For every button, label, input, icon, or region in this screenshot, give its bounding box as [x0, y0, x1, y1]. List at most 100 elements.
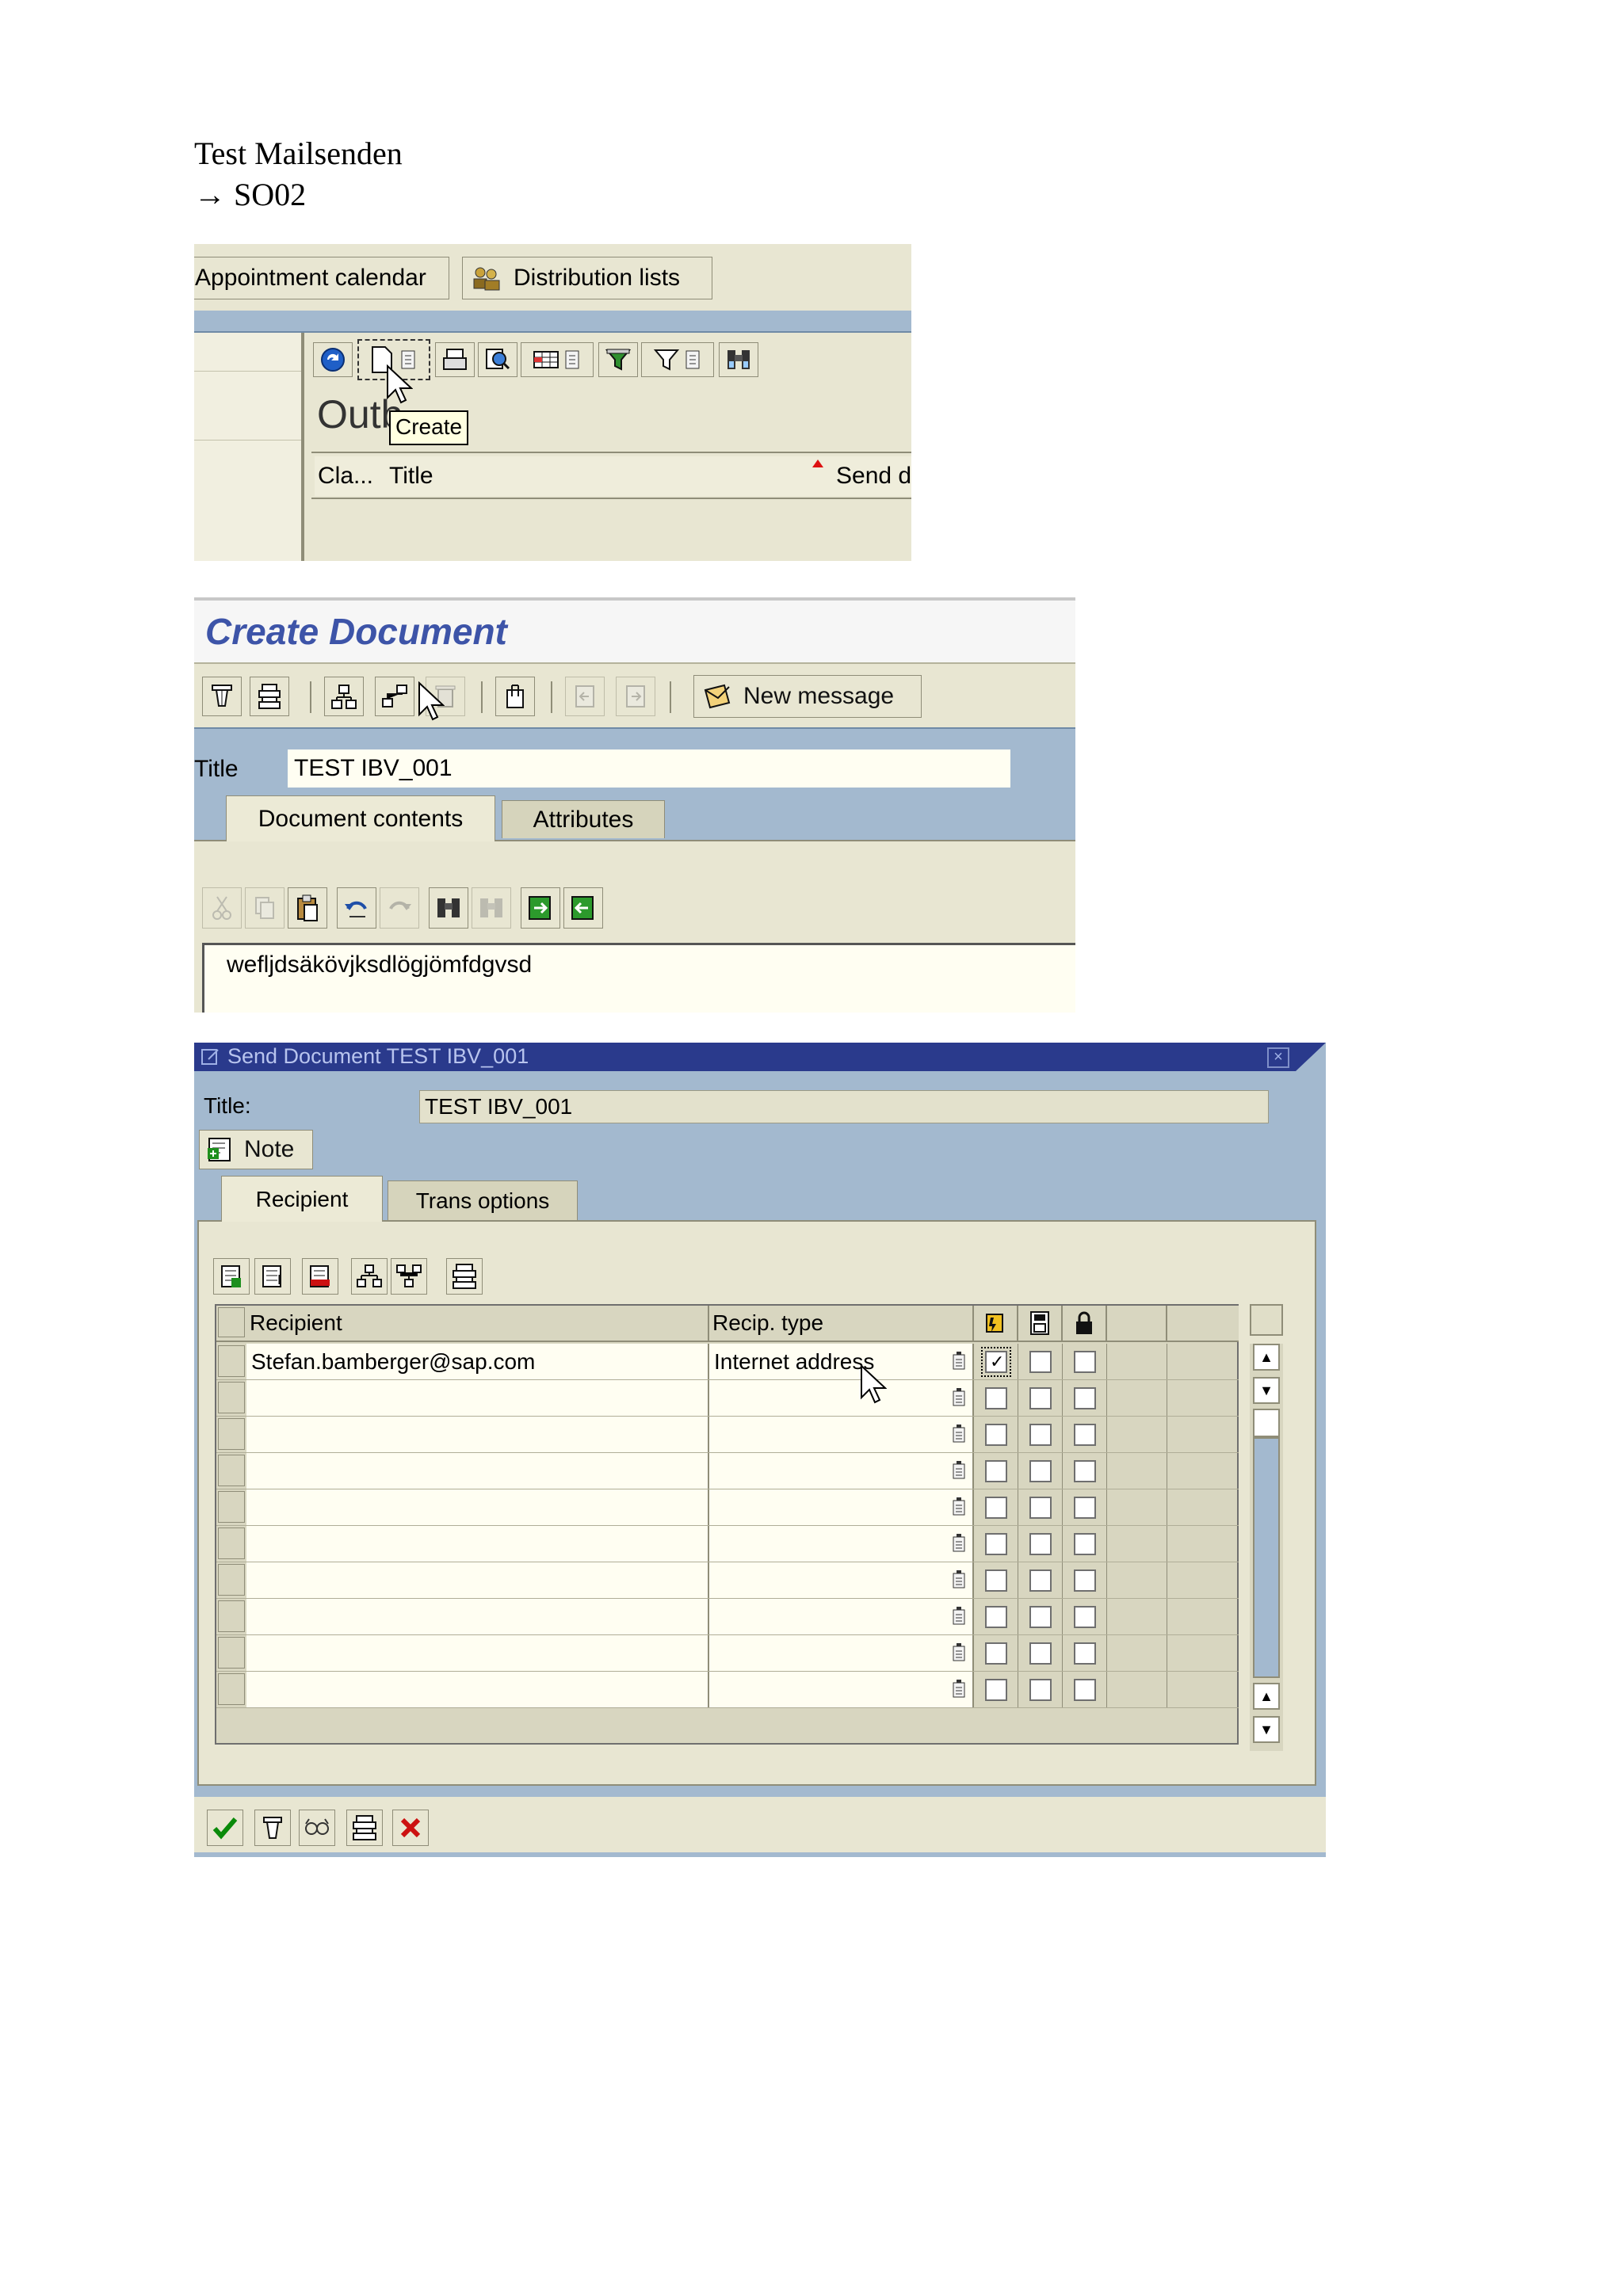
- row-selector[interactable]: [218, 1673, 245, 1705]
- recipient-cell[interactable]: [246, 1562, 709, 1598]
- confirm-check-icon[interactable]: [207, 1810, 243, 1846]
- expand-distribution-icon[interactable]: [351, 1258, 388, 1295]
- recipient-cell[interactable]: [246, 1526, 709, 1562]
- copy-checkbox[interactable]: [1029, 1606, 1052, 1628]
- value-help-icon[interactable]: [952, 1678, 968, 1700]
- close-window-icon[interactable]: ×: [1267, 1047, 1289, 1068]
- table-row[interactable]: [216, 1489, 1239, 1526]
- scroll-down-icon[interactable]: ▲: [1253, 1683, 1280, 1710]
- send-icon[interactable]: [254, 1810, 291, 1846]
- export-icon[interactable]: [563, 887, 603, 929]
- delete-row-icon[interactable]: [302, 1258, 338, 1295]
- row-selector[interactable]: [218, 1527, 245, 1559]
- tab-distribution-lists[interactable]: Distribution lists: [462, 257, 712, 299]
- copy-checkbox[interactable]: [1029, 1679, 1052, 1701]
- undo-icon[interactable]: [337, 887, 376, 929]
- blind-copy-checkbox[interactable]: [1074, 1533, 1096, 1555]
- previous-icon[interactable]: [565, 677, 605, 716]
- next-icon[interactable]: [616, 677, 655, 716]
- new-message-button[interactable]: New message: [693, 675, 922, 718]
- row-selector[interactable]: [218, 1418, 245, 1450]
- value-help-icon[interactable]: [952, 1605, 968, 1627]
- table-row[interactable]: [216, 1562, 1239, 1599]
- find-binoculars-icon[interactable]: [429, 887, 468, 929]
- recipient-cell[interactable]: [246, 1453, 709, 1489]
- redo-icon[interactable]: [380, 887, 419, 929]
- table-row[interactable]: [216, 1453, 1239, 1489]
- blind-copy-checkbox[interactable]: [1074, 1606, 1096, 1628]
- column-header-class[interactable]: Cla...: [315, 456, 388, 496]
- copy-icon[interactable]: [245, 887, 285, 929]
- recipient-cell[interactable]: [246, 1599, 709, 1634]
- title-input[interactable]: [288, 749, 1010, 788]
- paste-icon[interactable]: [288, 887, 327, 929]
- copy-checkbox[interactable]: [1029, 1642, 1052, 1665]
- tab-appointment-calendar[interactable]: Appointment calendar: [194, 257, 449, 299]
- blind-copy-column-icon[interactable]: [1063, 1306, 1107, 1341]
- blind-copy-checkbox[interactable]: [1074, 1424, 1096, 1446]
- express-checkbox[interactable]: [985, 1497, 1007, 1519]
- find-binoculars-icon[interactable]: [719, 342, 758, 377]
- print-icon[interactable]: [435, 342, 475, 377]
- recip-type-cell[interactable]: [709, 1635, 974, 1671]
- blind-copy-checkbox[interactable]: [1074, 1569, 1096, 1592]
- address-book-icon[interactable]: [299, 1810, 335, 1846]
- refresh-icon[interactable]: [313, 342, 353, 377]
- recipient-cell[interactable]: Stefan.bamberger@sap.com: [246, 1344, 709, 1379]
- recipient-cell[interactable]: [246, 1380, 709, 1416]
- express-checkbox[interactable]: [985, 1569, 1007, 1592]
- row-selector[interactable]: [218, 1600, 245, 1632]
- table-row[interactable]: [216, 1380, 1239, 1417]
- blind-copy-checkbox[interactable]: [1074, 1460, 1096, 1482]
- copy-checkbox[interactable]: [1029, 1351, 1052, 1373]
- express-checkbox[interactable]: [985, 1424, 1007, 1446]
- recip-type-cell[interactable]: [709, 1453, 974, 1489]
- import-icon[interactable]: [521, 887, 560, 929]
- recip-type-cell[interactable]: [709, 1599, 974, 1634]
- express-checkbox[interactable]: [985, 1606, 1007, 1628]
- value-help-icon[interactable]: [952, 1350, 968, 1372]
- recip-type-cell[interactable]: [709, 1417, 974, 1452]
- blind-copy-checkbox[interactable]: [1074, 1642, 1096, 1665]
- collapse-distribution-icon[interactable]: [391, 1258, 427, 1295]
- copy-checkbox[interactable]: [1029, 1533, 1052, 1555]
- cut-icon[interactable]: [202, 887, 242, 929]
- copy-column-icon[interactable]: [1018, 1306, 1063, 1341]
- row-selector[interactable]: [218, 1345, 245, 1377]
- recip-type-cell[interactable]: [709, 1526, 974, 1562]
- column-header-send-date[interactable]: Send d: [833, 456, 911, 496]
- scroll-bottom-icon[interactable]: ▼: [1253, 1716, 1280, 1743]
- blind-copy-checkbox[interactable]: [1074, 1679, 1096, 1701]
- recip-type-cell[interactable]: Internet address: [709, 1344, 974, 1379]
- copy-checkbox[interactable]: [1029, 1387, 1052, 1409]
- value-help-icon[interactable]: [952, 1496, 968, 1518]
- tab-document-contents[interactable]: Document contents: [226, 795, 495, 841]
- row-selector[interactable]: [218, 1455, 245, 1486]
- recip-type-cell[interactable]: [709, 1380, 974, 1416]
- hierarchy-down-icon[interactable]: [375, 677, 414, 716]
- row-selector[interactable]: [218, 1491, 245, 1523]
- copy-checkbox[interactable]: [1029, 1497, 1052, 1519]
- recipient-cell[interactable]: [246, 1417, 709, 1452]
- attach-icon[interactable]: [495, 677, 535, 716]
- filter-icon[interactable]: [641, 342, 714, 377]
- express-checkbox[interactable]: [985, 1387, 1007, 1409]
- table-row[interactable]: [216, 1599, 1239, 1635]
- display-icon[interactable]: [478, 342, 517, 377]
- blind-copy-checkbox[interactable]: [1074, 1497, 1096, 1519]
- cancel-x-icon[interactable]: [392, 1810, 429, 1846]
- express-column-icon[interactable]: [974, 1306, 1018, 1341]
- value-help-icon[interactable]: [952, 1569, 968, 1591]
- insert-row-icon[interactable]: [213, 1258, 250, 1295]
- select-all-cell[interactable]: [218, 1307, 245, 1337]
- find-next-icon[interactable]: [472, 887, 511, 929]
- table-row[interactable]: [216, 1672, 1239, 1708]
- express-checkbox[interactable]: [985, 1679, 1007, 1701]
- row-selector[interactable]: [218, 1564, 245, 1596]
- value-help-icon[interactable]: [952, 1423, 968, 1445]
- row-selector[interactable]: [218, 1382, 245, 1413]
- recipient-cell[interactable]: [246, 1489, 709, 1525]
- value-help-icon[interactable]: [952, 1532, 968, 1554]
- send-button[interactable]: [202, 677, 242, 716]
- copy-checkbox[interactable]: [1029, 1424, 1052, 1446]
